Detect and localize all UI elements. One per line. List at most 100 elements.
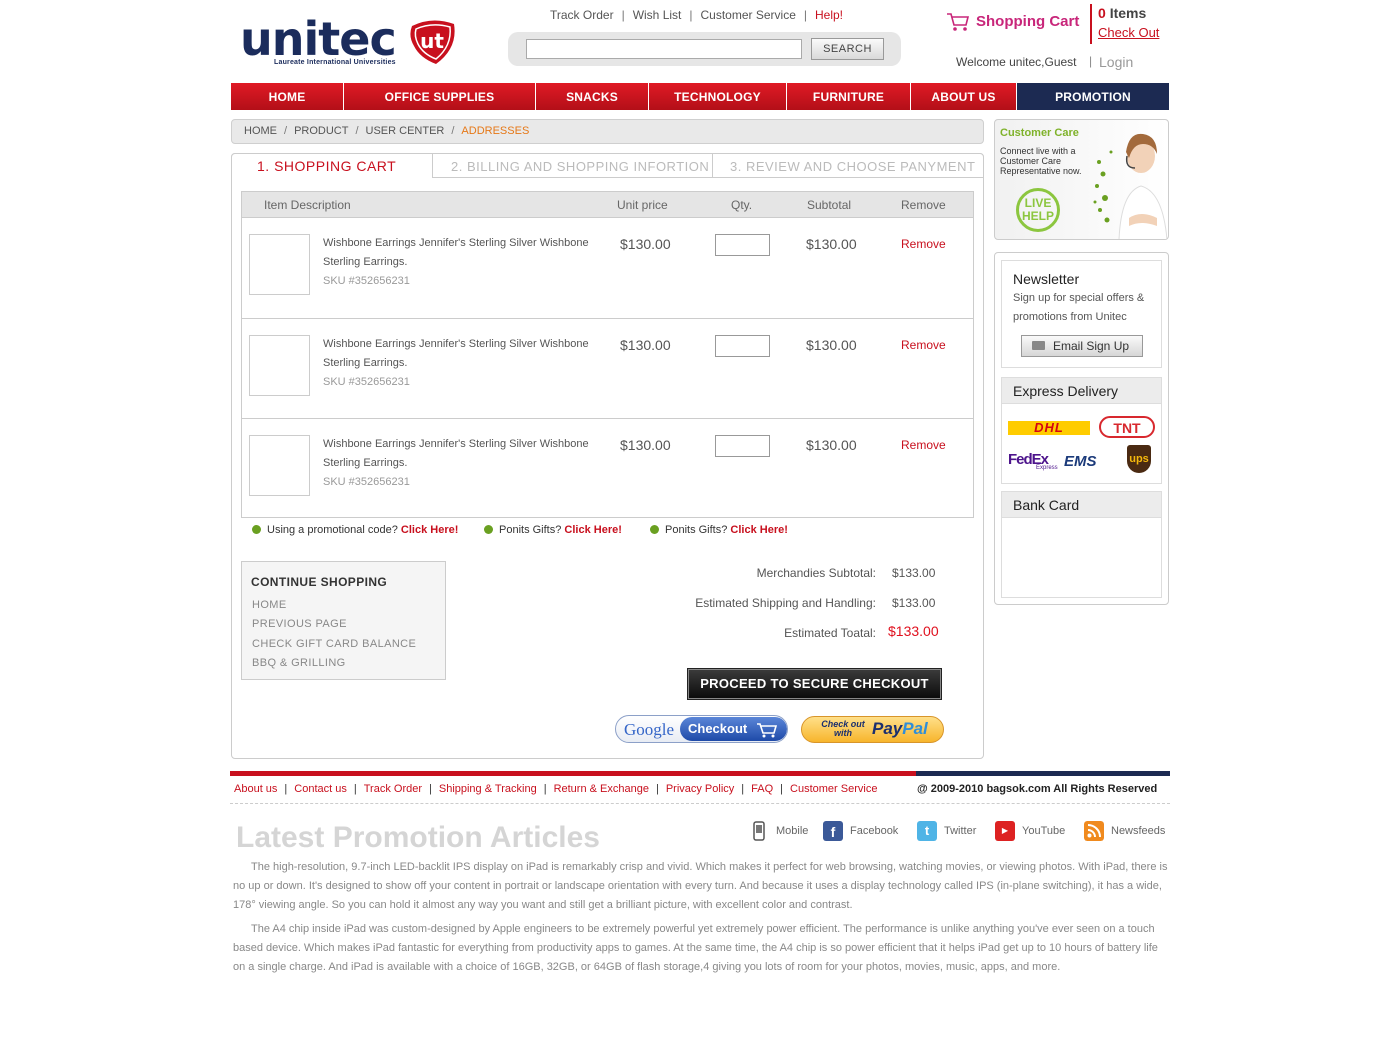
row-subtotal: $130.00 [806, 437, 857, 453]
product-thumbnail[interactable] [249, 335, 310, 396]
social-mobile[interactable]: Mobile [749, 821, 808, 841]
logo-wordmark: unitec [240, 12, 397, 66]
tnt-logo: TNT [1099, 416, 1155, 438]
total-value: $133.00 [888, 623, 939, 639]
login-separator: | [1089, 54, 1093, 68]
wish-list-link[interactable]: Wish List [633, 8, 682, 22]
col-subtotal: Subtotal [807, 198, 852, 212]
search-input[interactable] [526, 39, 802, 59]
promo-click-here[interactable]: Click Here! [401, 524, 458, 536]
points-click-here[interactable]: Click Here! [730, 524, 787, 536]
social-facebook[interactable]: f Facebook [823, 821, 898, 841]
copyright-text: @ 2009-2010 bagsok.com All Rights Reserv… [917, 783, 1158, 795]
continue-link-previous-page[interactable]: PREVIOUS PAGE [252, 618, 347, 630]
green-arrow-icon [484, 525, 493, 534]
continue-link-home[interactable]: HOME [252, 599, 287, 611]
newsletter-section: Newsletter Sign up for special offers & … [1001, 260, 1162, 368]
customer-care-banner[interactable]: Customer Care Connect live with a Custom… [994, 119, 1169, 240]
nav-snacks[interactable]: SNACKS [536, 83, 649, 110]
breadcrumb-user-center[interactable]: USER CENTER [366, 125, 445, 137]
footer-link-privacy[interactable]: Privacy Policy [666, 783, 734, 795]
step-review-payment[interactable]: 3. REVIEW AND CHOOSE PANYMENT [712, 153, 984, 178]
total-label: Estimated Toatal: [784, 626, 876, 640]
nav-about-us[interactable]: ABOUT US [911, 83, 1017, 110]
social-twitter[interactable]: t Twitter [917, 821, 976, 841]
unit-price: $130.00 [620, 236, 671, 252]
step-shopping-cart[interactable]: 1. SHOPPING CART [231, 153, 433, 178]
bank-card-title: Bank Card [1002, 492, 1161, 518]
footer-link-return[interactable]: Return & Exchange [554, 783, 649, 795]
step-billing[interactable]: 2. BILLING AND SHOPPING INFORTION [432, 153, 713, 178]
nav-promotion[interactable]: PROMOTION [1017, 83, 1169, 110]
paypal-checkout-button[interactable]: Check out with PayPal [801, 716, 944, 743]
secure-checkout-button[interactable]: PROCEED TO SECURE CHECKOUT [687, 668, 942, 700]
unit-price: $130.00 [620, 337, 671, 353]
google-checkout-button[interactable]: Google Checkout [615, 715, 788, 743]
footer-link-about-us[interactable]: About us [234, 783, 277, 795]
social-youtube[interactable]: ▶ YouTube [995, 821, 1065, 841]
customer-service-link[interactable]: Customer Service [701, 8, 796, 22]
footer-link-track-order[interactable]: Track Order [364, 783, 422, 795]
quantity-input[interactable] [715, 234, 770, 256]
product-thumbnail[interactable] [249, 234, 310, 295]
footer-link-customer-service[interactable]: Customer Service [790, 783, 877, 795]
shopping-cart-icon[interactable] [946, 12, 970, 32]
product-thumbnail[interactable] [249, 435, 310, 496]
help-link[interactable]: Help! [815, 8, 843, 22]
facebook-icon: f [823, 821, 843, 841]
product-name[interactable]: Wishbone Earrings Jennifer's Sterling Si… [323, 435, 593, 473]
promo-text: Ponits Gifts? [499, 524, 562, 536]
track-order-link[interactable]: Track Order [550, 8, 614, 22]
cart-icon [757, 723, 778, 738]
check-out-link[interactable]: Check Out [1098, 25, 1159, 40]
product-name[interactable]: Wishbone Earrings Jennifer's Sterling Si… [323, 335, 593, 373]
shipping-value: $133.00 [892, 596, 936, 610]
support-agent-illustration [1093, 133, 1168, 239]
remove-link[interactable]: Remove [901, 438, 946, 452]
live-help-badge[interactable]: LIVE HELP [1016, 188, 1060, 232]
breadcrumb: HOME / PRODUCT / USER CENTER / ADDRESSES [231, 119, 984, 144]
social-newsfeeds[interactable]: Newsfeeds [1084, 821, 1165, 841]
shopping-cart-title[interactable]: Shopping Cart [976, 13, 1079, 30]
search-bar: SEARCH [508, 32, 901, 66]
footer-link-shipping[interactable]: Shipping & Tracking [439, 783, 537, 795]
top-links: Track Order | Wish List | Customer Service | H… [550, 8, 844, 22]
nav-home[interactable]: HOME [231, 83, 344, 110]
continue-link-bbq[interactable]: BBQ & GRILLING [252, 657, 346, 669]
article-paragraph: The A4 chip inside iPad was custom-desig… [233, 923, 1158, 973]
footer-link-faq[interactable]: FAQ [751, 783, 773, 795]
unit-price: $130.00 [620, 437, 671, 453]
twitter-icon: t [917, 821, 937, 841]
cart-items-label: Items [1109, 5, 1147, 21]
search-button[interactable]: SEARCH [811, 38, 884, 60]
col-qty: Qty. [731, 198, 753, 212]
remove-link[interactable]: Remove [901, 237, 946, 251]
nav-furniture[interactable]: FURNITURE [787, 83, 911, 110]
quantity-input[interactable] [715, 335, 770, 357]
nav-office-supplies[interactable]: OFFICE SUPPLIES [344, 83, 536, 110]
row-subtotal: $130.00 [806, 337, 857, 353]
welcome-text: Welcome unitec,Guest [956, 55, 1077, 69]
points-click-here[interactable]: Click Here! [564, 524, 621, 536]
email-sign-up-button[interactable]: Email Sign Up [1021, 335, 1143, 357]
dhl-logo: DHL [1008, 421, 1090, 435]
login-link[interactable]: Login [1099, 54, 1133, 70]
product-sku: SKU #352656231 [323, 376, 410, 388]
paypal-prefix: Check out with [821, 719, 865, 738]
nav-technology[interactable]: TECHNOLOGY [649, 83, 787, 110]
ups-logo: ups [1127, 445, 1151, 473]
social-label: Twitter [944, 825, 977, 837]
checkout-steps: 1. SHOPPING CART 2. BILLING AND SHOPPING… [231, 153, 984, 178]
breadcrumb-product[interactable]: PRODUCT [294, 125, 348, 137]
points-gifts-line: Ponits Gifts? Click Here! [484, 524, 622, 536]
bank-card-section: Bank Card [1001, 491, 1162, 598]
footer-link-contact-us[interactable]: Contact us [294, 783, 347, 795]
quantity-input[interactable] [715, 435, 770, 457]
continue-link-gift-card[interactable]: CHECK GIFT CARD BALANCE [252, 638, 416, 650]
product-name[interactable]: Wishbone Earrings Jennifer's Sterling Si… [323, 234, 593, 272]
breadcrumb-home[interactable]: HOME [244, 125, 277, 137]
site-logo[interactable]: unitec ut Laureate International Univers… [240, 12, 460, 70]
footer-links: About us | Contact us | Track Order | Shipping… [234, 783, 878, 795]
remove-link[interactable]: Remove [901, 338, 946, 352]
table-row: Wishbone Earrings Jennifer's Sterling Si… [242, 418, 973, 518]
